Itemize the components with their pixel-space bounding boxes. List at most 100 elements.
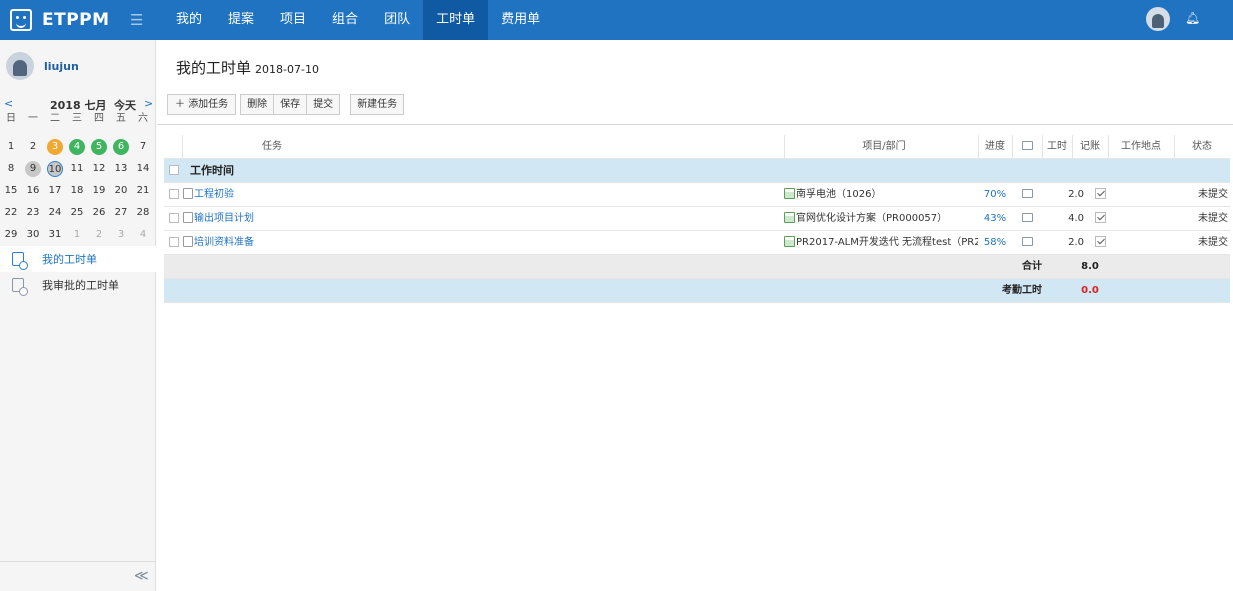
calendar-day[interactable]: 21	[132, 180, 154, 202]
calendar-day[interactable]: 11	[66, 158, 88, 180]
calendar-day[interactable]: 30	[22, 224, 44, 246]
comment-cell[interactable]	[1012, 183, 1042, 207]
row-checkbox[interactable]	[169, 189, 179, 199]
user-avatar-icon[interactable]	[1146, 7, 1170, 31]
project-name[interactable]: 官网优化设计方案（PR000057）	[796, 213, 947, 224]
progress-value[interactable]: 43%	[978, 207, 1012, 231]
nav-item-5[interactable]: 工时单	[423, 0, 489, 40]
billing-checkbox[interactable]	[1092, 183, 1108, 207]
hours-input[interactable]: 2.0	[1042, 183, 1086, 207]
billing-checkbox[interactable]	[1092, 231, 1108, 255]
calendar-day[interactable]: 16	[22, 180, 44, 202]
calendar-day[interactable]: 25	[66, 202, 88, 224]
calendar-day-number: 6	[113, 139, 129, 155]
project-name[interactable]: 南孚电池（1026）	[796, 189, 881, 200]
location-cell[interactable]	[1108, 183, 1174, 207]
calendar-weekday: 四	[94, 113, 104, 124]
nav-item-4[interactable]: 团队	[371, 0, 423, 40]
comment-cell[interactable]	[1012, 207, 1042, 231]
calendar-today-button[interactable]: 今天	[114, 97, 136, 113]
calendar-prev-icon[interactable]: <	[4, 97, 13, 110]
calendar-day[interactable]: 26	[88, 202, 110, 224]
calendar-day[interactable]: 20	[110, 180, 132, 202]
calendar-day[interactable]: 9	[22, 158, 44, 180]
calendar-day[interactable]: 1	[0, 136, 22, 158]
side-nav-my-timesheet[interactable]: 我的工时单	[0, 246, 156, 272]
calendar-day[interactable]: 3	[110, 224, 132, 246]
calendar-day-number: 23	[26, 207, 40, 218]
calendar-day-number: 29	[4, 229, 18, 240]
hours-input[interactable]: 4.0	[1042, 207, 1086, 231]
collapse-sidebar-icon[interactable]: ≪	[134, 568, 149, 584]
task-link[interactable]: 输出项目计划	[194, 213, 254, 224]
save-button[interactable]: 保存	[273, 94, 308, 115]
row-checkbox[interactable]	[169, 237, 179, 247]
calendar-day[interactable]: 8	[0, 158, 22, 180]
calendar-day[interactable]: 12	[88, 158, 110, 180]
calendar-day[interactable]: 18	[66, 180, 88, 202]
row-checkbox[interactable]	[169, 213, 179, 223]
calendar-day[interactable]: 3	[44, 136, 66, 158]
user-profile[interactable]: liujun	[6, 52, 79, 80]
task-link[interactable]: 工程初验	[194, 189, 234, 200]
calendar-day[interactable]: 22	[0, 202, 22, 224]
attendance-label: 考勤工时	[1002, 285, 1042, 296]
column-header-project[interactable]: 项目/部门	[784, 135, 984, 159]
calendar-day[interactable]: 15	[0, 180, 22, 202]
calendar-day[interactable]: 31	[44, 224, 66, 246]
calendar-day[interactable]: 4	[132, 224, 154, 246]
project-name[interactable]: PR2017-ALM开发迭代 无流程test（PR20...	[796, 237, 978, 248]
nav-item-6[interactable]: 费用单	[488, 0, 553, 40]
nav-item-1[interactable]: 提案	[215, 0, 267, 40]
group-label: 工作时间	[190, 164, 234, 177]
calendar-day[interactable]: 14	[132, 158, 154, 180]
calendar-day[interactable]: 2	[22, 136, 44, 158]
calendar-day-number: 2	[95, 229, 103, 240]
menu-icon[interactable]: ☰	[130, 11, 143, 29]
calendar-day[interactable]: 23	[22, 202, 44, 224]
calendar-day-number: 7	[139, 141, 147, 152]
calendar-day[interactable]: 5	[88, 136, 110, 158]
location-cell[interactable]	[1108, 231, 1174, 255]
calendar-day[interactable]: 2	[88, 224, 110, 246]
comment-cell[interactable]	[1012, 231, 1042, 255]
app-logo[interactable]: ETPPM	[10, 6, 110, 34]
bell-icon[interactable]: 🔔︎	[1185, 11, 1200, 25]
group-checkbox[interactable]	[169, 165, 179, 175]
nav-item-0[interactable]: 我的	[163, 0, 215, 40]
column-header-hours[interactable]: 工时	[1042, 135, 1072, 159]
submit-button[interactable]: 提交	[306, 94, 341, 115]
column-header-task[interactable]: 任务	[182, 135, 362, 159]
progress-value[interactable]: 58%	[978, 231, 1012, 255]
calendar-day[interactable]: 19	[88, 180, 110, 202]
calendar-day[interactable]: 1	[66, 224, 88, 246]
add-task-button[interactable]: ＋ 添加任务	[167, 94, 237, 115]
billing-checkbox[interactable]	[1092, 207, 1108, 231]
column-header-status[interactable]: 状态	[1174, 135, 1230, 159]
progress-value[interactable]: 70%	[978, 183, 1012, 207]
calendar-day[interactable]: 10	[44, 158, 66, 180]
calendar-day[interactable]: 17	[44, 180, 66, 202]
nav-item-3[interactable]: 组合	[319, 0, 371, 40]
column-header-location[interactable]: 工作地点	[1108, 135, 1174, 159]
calendar-day[interactable]: 7	[132, 136, 154, 158]
calendar-next-icon[interactable]: >	[144, 97, 153, 110]
calendar-day[interactable]: 13	[110, 158, 132, 180]
timesheet-table: 任务 项目/部门 进度 工时 记账 工作地点 状态 工作时间 工程初验 南孚电池（…	[164, 135, 1230, 303]
calendar-day[interactable]: 27	[110, 202, 132, 224]
side-nav-approval-timesheet[interactable]: 我审批的工时单	[0, 272, 156, 298]
column-header-billing[interactable]: 记账	[1072, 135, 1108, 159]
calendar-day[interactable]: 29	[0, 224, 22, 246]
hours-input[interactable]: 2.0	[1042, 231, 1086, 255]
location-cell[interactable]	[1108, 207, 1174, 231]
new-task-button[interactable]: 新建任务	[350, 94, 405, 115]
task-link[interactable]: 培训资料准备	[194, 237, 254, 248]
calendar-day[interactable]: 6	[110, 136, 132, 158]
calendar-day[interactable]: 4	[66, 136, 88, 158]
calendar-day[interactable]: 24	[44, 202, 66, 224]
delete-button[interactable]: 删除	[240, 94, 275, 115]
calendar-day[interactable]: 28	[132, 202, 154, 224]
column-header-progress[interactable]: 进度	[978, 135, 1012, 159]
nav-item-2[interactable]: 项目	[267, 0, 319, 40]
side-nav-label: 我的工时单	[42, 253, 97, 266]
